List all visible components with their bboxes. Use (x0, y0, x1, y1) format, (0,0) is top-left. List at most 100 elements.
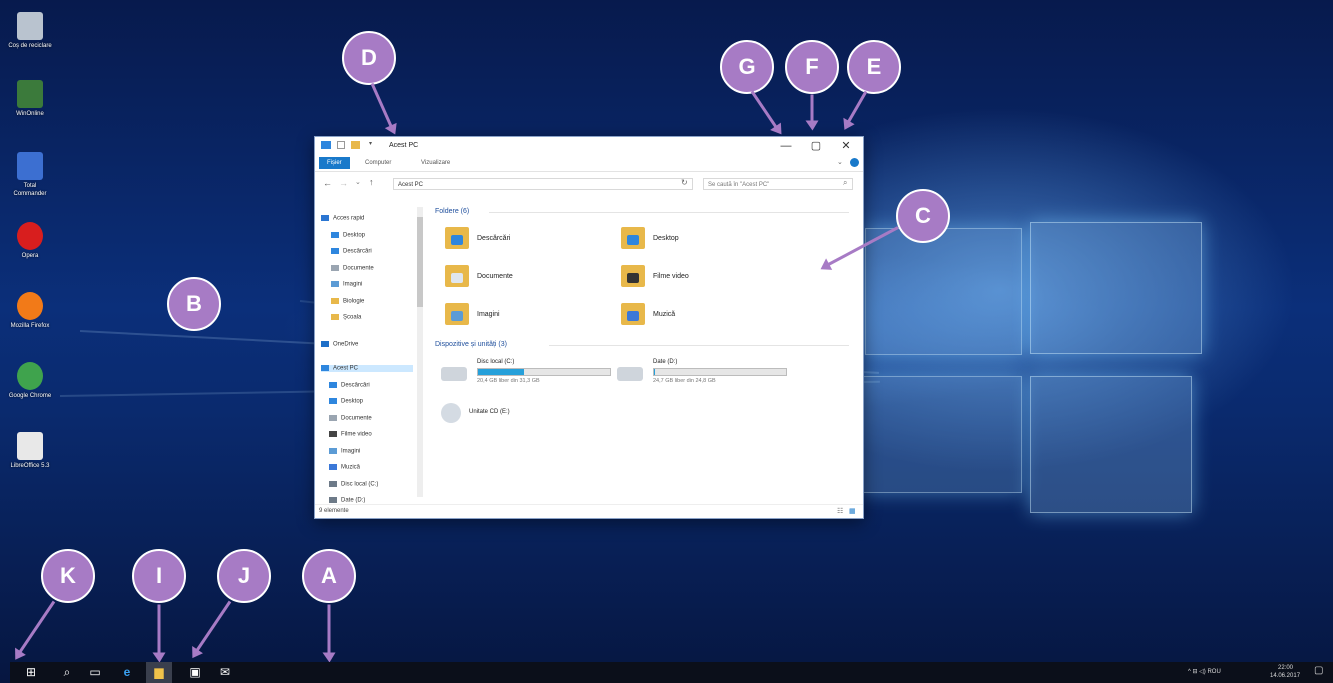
search-button[interactable]: ⌕ (54, 662, 80, 683)
folders-group-header[interactable]: Foldere (6) (435, 208, 469, 215)
mail-button[interactable]: ✉ (212, 662, 238, 683)
refresh-icon[interactable]: ↻ (681, 178, 688, 187)
nav-item[interactable]: Acces rapid (321, 215, 364, 222)
minimize-button[interactable]: — (777, 139, 795, 153)
search-input[interactable]: Se caută în "Acest PC" (703, 178, 853, 190)
folder-label: Muzică (653, 311, 676, 318)
desktop-icon-recycle-bin[interactable]: Coș de reciclare (8, 12, 52, 50)
nav-item[interactable]: Documente (329, 414, 372, 421)
callout-e: E (847, 40, 901, 94)
details-view-icon[interactable]: ☷ (837, 507, 843, 515)
desktop-icon-label: Coș de reciclare (8, 43, 52, 49)
nav-item[interactable]: OneDrive (321, 340, 358, 347)
store-button[interactable]: ▣ (182, 662, 208, 683)
drive-item[interactable]: Disc local (C:) 20,4 GB liber din 31,3 GB (441, 359, 621, 391)
drive-cd[interactable]: Unitate CD (E:) (441, 401, 621, 433)
desktop-icon-winrar[interactable]: WinOnline (8, 80, 52, 118)
callout-g: G (720, 40, 774, 94)
total-commander-icon (17, 152, 43, 180)
nav-item[interactable]: Biologie (331, 297, 364, 304)
nav-item[interactable]: Disc local (C:) (329, 480, 378, 487)
nav-item-label: Acces rapid (333, 215, 365, 222)
help-icon[interactable] (850, 158, 859, 167)
tab-file[interactable]: Fișier (319, 157, 350, 169)
navigation-scrollbar[interactable] (417, 207, 423, 497)
chrome-icon (17, 362, 43, 390)
folder-badge-icon (627, 273, 639, 283)
title-bar[interactable]: ▾ Acest PC — ▢ ✕ (315, 137, 863, 155)
nav-item[interactable]: Imagini (331, 281, 362, 288)
folder-label: Filme video (653, 273, 689, 280)
desktop-icon-label: Google Chrome (8, 393, 52, 399)
file-explorer-window[interactable]: ▾ Acest PC — ▢ ✕ Fișier Computer Vizuali… (314, 136, 864, 519)
clock-date[interactable]: 14.06.2017 (1270, 673, 1300, 680)
new-folder-icon[interactable] (351, 141, 360, 149)
nav-item[interactable]: Imagini (329, 447, 360, 454)
system-tray-icons[interactable]: ^ ⊟ ◁) ROU (1188, 669, 1221, 676)
desktop-icon-chrome[interactable]: Google Chrome (8, 362, 52, 400)
opera-icon (17, 222, 43, 250)
edge-button[interactable]: e (114, 662, 140, 683)
drive-item[interactable]: Date (D:) 24,7 GB liber din 24,8 GB (617, 359, 797, 391)
maximize-button[interactable]: ▢ (807, 139, 825, 153)
folder-icon (331, 297, 339, 304)
taskbar[interactable]: ⊞ ⌕ ▭ e ▆ ▣ ✉ ^ ⊟ ◁) ROU 22:00 14.06.2017 ▢ (10, 662, 1333, 683)
drive-label: Date (D:) (653, 359, 678, 365)
folder-item[interactable]: Descărcări (445, 227, 635, 253)
recent-chevron-icon[interactable]: ⌄ (355, 178, 361, 186)
document-icon (329, 414, 337, 421)
folder-item[interactable]: Imagini (445, 303, 635, 329)
folder-icon (621, 265, 645, 287)
status-bar: 9 elemente ☷ ▦ (315, 504, 863, 518)
folder-item[interactable]: Filme video (621, 265, 811, 291)
desktop-icon-opera[interactable]: Opera (8, 222, 52, 260)
up-arrow-icon[interactable]: ↑ (369, 177, 374, 187)
scrollbar-thumb[interactable] (417, 217, 423, 307)
address-field[interactable]: Acest PC (393, 178, 693, 190)
quick-access-toolbar-icon[interactable] (321, 141, 331, 149)
folder-icon (445, 303, 469, 325)
desktop-icon-label: LibreOffice 5.3 (10, 463, 50, 469)
nav-item-label: Școala (343, 314, 362, 321)
tab-computer[interactable]: Computer (357, 157, 399, 169)
desktop-icon-firefox[interactable]: Mozilla Firefox (8, 292, 52, 330)
start-button[interactable]: ⊞ (18, 662, 44, 683)
notification-center-icon[interactable]: ▢ (1314, 666, 1323, 676)
desktop-icon-libreoffice[interactable]: LibreOffice 5.3 (8, 432, 52, 470)
nav-item[interactable]: Muzică (329, 464, 360, 471)
hard-drive-icon (441, 367, 467, 381)
nav-item[interactable]: Documente (331, 264, 374, 272)
clock-time[interactable]: 22:00 (1278, 665, 1293, 672)
close-button[interactable]: ✕ (837, 139, 855, 153)
desktop-icon-label: Total Commander (13, 183, 47, 197)
task-view-button[interactable]: ▭ (82, 662, 108, 683)
file-explorer-button[interactable]: ▆ (146, 662, 172, 683)
large-icons-view-icon[interactable]: ▦ (849, 507, 856, 515)
nav-item[interactable]: Școala (331, 314, 361, 321)
pc-icon (321, 365, 329, 371)
search-icon[interactable]: ⌕ (843, 178, 847, 188)
ribbon-expand-icon[interactable]: ⌄ (837, 158, 843, 166)
tab-view[interactable]: Vizualizare (413, 157, 458, 169)
drive-icon (329, 480, 337, 487)
nav-item[interactable]: Filme video (329, 431, 372, 438)
nav-item[interactable]: Date (D:) (329, 497, 365, 504)
nav-item[interactable]: Descărcări (331, 248, 372, 255)
properties-icon[interactable] (337, 141, 345, 149)
desktop-icon-total-commander[interactable]: Total Commander (8, 152, 52, 198)
folder-item[interactable]: Desktop (621, 227, 811, 253)
forward-arrow-icon[interactable]: → (339, 178, 348, 188)
back-arrow-icon[interactable]: ← (323, 178, 332, 188)
nav-item[interactable]: Descărcări (329, 381, 370, 388)
folder-item[interactable]: Muzică (621, 303, 811, 329)
nav-item-label: Documente (343, 265, 374, 272)
folder-icon (445, 265, 469, 287)
folder-item[interactable]: Documente (445, 265, 635, 291)
nav-item[interactable]: Acest PC (321, 365, 413, 372)
customize-toolbar-icon[interactable]: ▾ (369, 140, 372, 147)
nav-item[interactable]: Desktop (331, 231, 365, 238)
nav-item[interactable]: Desktop (329, 398, 363, 405)
devices-group-header[interactable]: Dispozitive și unități (3) (435, 341, 507, 348)
callout-arrow (327, 604, 331, 657)
folder-label: Desktop (653, 235, 679, 242)
